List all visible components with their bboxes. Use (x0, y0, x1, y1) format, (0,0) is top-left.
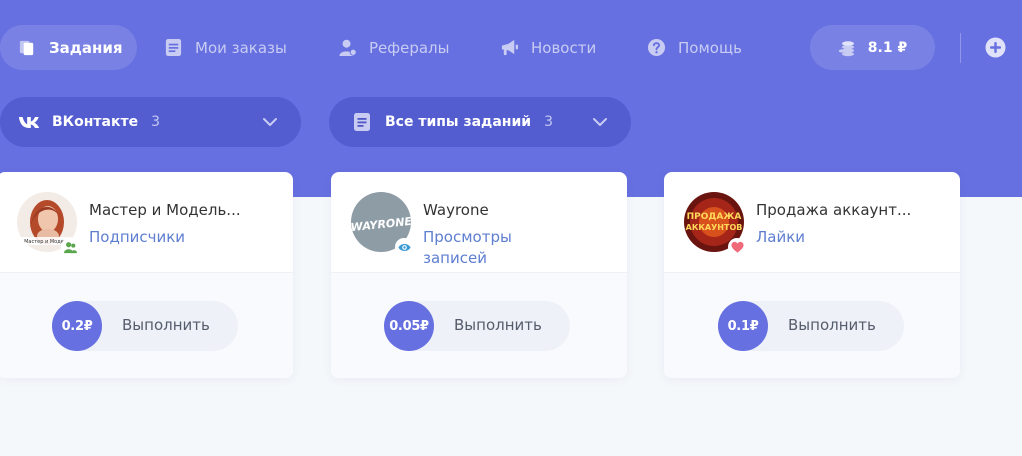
balance-value: 8.1 ₽ (867, 39, 908, 56)
nav-label: Помощь (678, 38, 742, 57)
nav-item-help[interactable]: Помощь (646, 25, 742, 70)
page: Задания Мои заказы Рефералы Новости Помо (0, 0, 1022, 456)
task-type-filter-count: 3 (544, 114, 554, 130)
execute-button[interactable]: 0.2₽ Выполнить (52, 301, 238, 351)
task-price: 0.1₽ (718, 301, 768, 351)
subscribers-icon (61, 238, 79, 256)
task-title[interactable]: Wayrone (423, 201, 489, 219)
nav-item-tasks[interactable]: Задания (0, 25, 137, 70)
task-card-header: WAYRONE Wayrone Просмотры записей (331, 172, 627, 272)
chevron-down-icon (261, 113, 279, 131)
task-type-filter-dropdown[interactable]: Все типы заданий 3 (329, 97, 631, 147)
task-card-header: Мастер и Модель Мастер и Модель... Подпи… (0, 172, 293, 272)
nav-item-referrals[interactable]: Рефералы (337, 25, 449, 70)
nav-item-news[interactable]: Новости (499, 25, 596, 70)
execute-button[interactable]: 0.1₽ Выполнить (718, 301, 904, 351)
coins-icon (838, 39, 856, 57)
execute-button[interactable]: 0.05₽ Выполнить (384, 301, 570, 351)
network-filter-count: 3 (151, 114, 160, 130)
eye-icon (395, 238, 413, 256)
avatar-caption: АККАУНТОВ (686, 223, 743, 232)
task-card: ПРОДАЖА АККАУНТОВ Продажа аккаунт... Лай… (664, 172, 960, 378)
task-type-line: записей (423, 249, 487, 267)
execute-label: Выполнить (454, 316, 542, 334)
top-nav: Задания Мои заказы Рефералы Новости Помо (0, 25, 1022, 70)
avatar-caption: ПРОДАЖА (687, 212, 742, 222)
task-price: 0.2₽ (52, 301, 102, 351)
heart-icon (728, 238, 746, 256)
execute-label: Выполнить (788, 316, 876, 334)
task-type: Лайки (756, 228, 806, 246)
task-type-line: Просмотры (423, 228, 512, 246)
task-card-header: ПРОДАЖА АККАУНТОВ Продажа аккаунт... Лай… (664, 172, 960, 272)
task-card: Мастер и Модель Мастер и Модель... Подпи… (0, 172, 293, 378)
nav-item-my-orders[interactable]: Мои заказы (163, 25, 287, 70)
document-icon (351, 112, 373, 132)
nav-label: Новости (531, 38, 597, 57)
nav-label: Рефералы (369, 38, 450, 57)
chevron-down-icon (591, 113, 609, 131)
megaphone-icon (499, 38, 519, 58)
help-icon (646, 38, 666, 58)
task-type: Подписчики (89, 228, 186, 246)
task-card: WAYRONE Wayrone Просмотры записей 0.05₽ В… (331, 172, 627, 378)
task-title[interactable]: Продажа аккаунт... (756, 201, 911, 219)
balance-button[interactable]: 8.1 ₽ (810, 25, 935, 70)
task-type-filter-label: Все типы заданий (385, 114, 532, 130)
execute-label: Выполнить (122, 316, 210, 334)
task-type: Просмотры записей (423, 227, 512, 269)
tasks-icon (18, 38, 37, 58)
orders-icon (163, 38, 183, 58)
vk-icon (18, 112, 40, 132)
plus-circle-icon[interactable] (985, 37, 1006, 58)
task-title[interactable]: Мастер и Модель... (89, 201, 241, 219)
referrals-icon (337, 38, 357, 58)
network-filter-dropdown[interactable]: ВКонтакте 3 (0, 97, 301, 147)
nav-label: Мои заказы (195, 38, 287, 57)
network-filter-label: ВКонтакте (52, 114, 139, 130)
nav-label: Задания (49, 38, 123, 57)
task-price: 0.05₽ (384, 301, 434, 351)
nav-divider (960, 33, 961, 63)
